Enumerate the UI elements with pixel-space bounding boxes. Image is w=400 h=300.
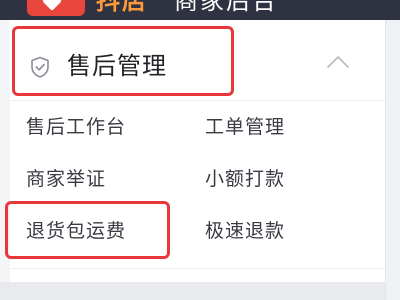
menu-item-after-sales-workbench[interactable]: 售后工作台 (26, 114, 126, 140)
section-divider (10, 100, 385, 101)
chevron-up-icon[interactable] (325, 52, 351, 72)
menu-item-ticket-management[interactable]: 工单管理 (205, 114, 285, 140)
left-edge (0, 20, 10, 300)
menu-item-merchant-evidence[interactable]: 商家举证 (26, 166, 106, 192)
bottom-divider (10, 268, 385, 269)
top-header: 抖店 商家后台 (0, 0, 400, 20)
menu-item-return-shipping-insurance[interactable]: 退货包运费 (26, 218, 126, 244)
brand-name: 抖店 (96, 0, 148, 15)
section-title: 售后管理 (67, 52, 167, 80)
section-header-after-sales[interactable]: 售后管理 (10, 28, 385, 98)
seller-backend-sidebar: 抖店 商家后台 售后管理 售后工作台 工单管理 商家举证 小额打款 退货包运费 … (0, 0, 400, 300)
bottom-bar (0, 282, 385, 300)
right-scroll-rail[interactable] (385, 20, 400, 300)
shield-icon (31, 56, 49, 78)
menu-item-small-payment[interactable]: 小额打款 (205, 166, 285, 192)
menu-item-express-refund[interactable]: 极速退款 (205, 218, 285, 244)
platform-title: 商家后台 (174, 0, 278, 15)
